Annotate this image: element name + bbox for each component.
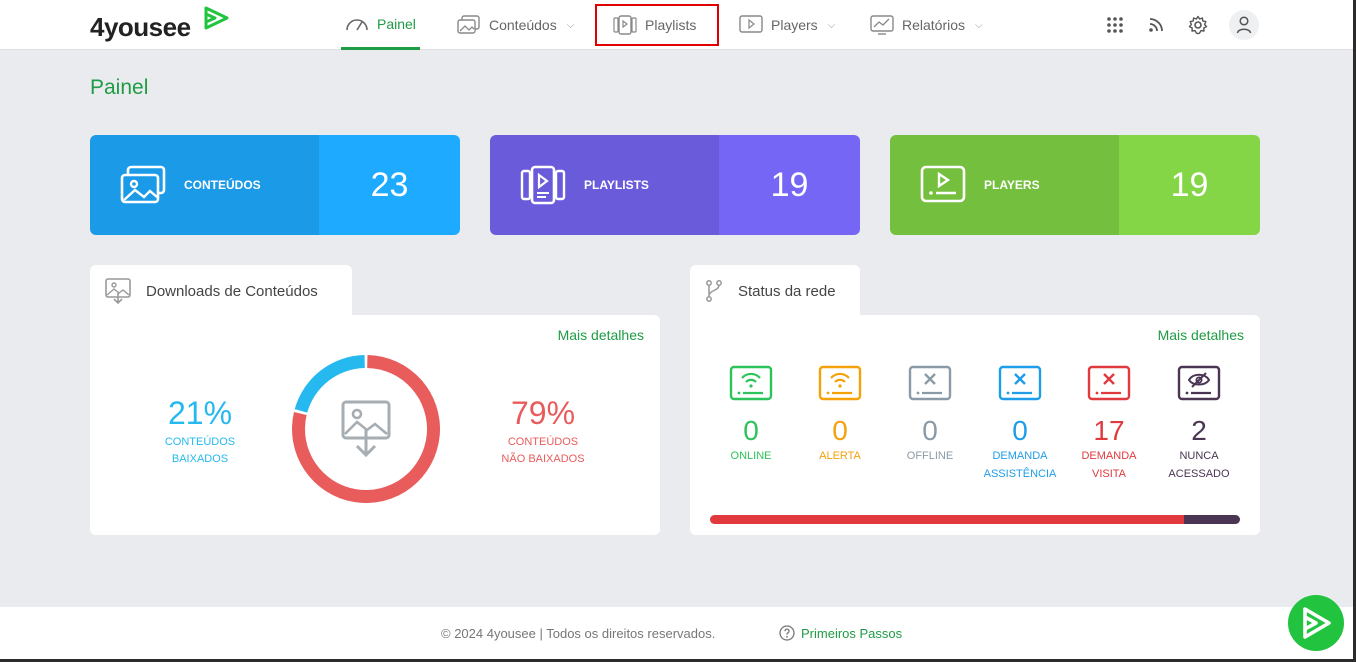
- network-panel: Mais detalhes 0 ONLINE 0 ALERTA 0 OFFLIN…: [690, 315, 1260, 535]
- first-steps-link[interactable]: Primeiros Passos: [779, 625, 902, 641]
- chevron-down-icon: ⌵: [975, 19, 983, 31]
- status-demanda-visita-label-1: DEMANDA: [1081, 450, 1137, 462]
- status-online[interactable]: 0 ONLINE: [706, 365, 796, 465]
- stat-label: PLAYERS: [984, 178, 1040, 192]
- status-demanda-assistencia-label-1: DEMANDA: [992, 450, 1048, 462]
- brand-play-icon: [204, 6, 229, 30]
- stat-card-playlists[interactable]: PLAYLISTS 19: [490, 135, 860, 235]
- brand-logo[interactable]: 4yousee: [90, 12, 191, 43]
- status-alerta[interactable]: 0 ALERTA: [795, 365, 885, 465]
- downloaded-label-2: BAIXADOS: [171, 453, 229, 465]
- top-navbar: 4yousee Painel Conteúdos ⌵ Playlists Pla…: [0, 0, 1356, 50]
- downloaded-label-1: CONTEÚDOS: [164, 436, 236, 448]
- chevron-down-icon: ⌵: [827, 19, 836, 31]
- rss-icon[interactable]: [1143, 12, 1169, 38]
- not-downloaded-label-1: CONTEÚDOS: [507, 436, 579, 448]
- status-alerta-value: 0: [832, 415, 848, 446]
- not-downloaded-stat: 79% CONTEÚDOS NÃO BAIXADOS: [473, 395, 613, 468]
- x-monitor-icon: [908, 365, 952, 401]
- x-monitor-icon: [998, 365, 1042, 401]
- network-panel-tab: Status da rede: [690, 265, 860, 317]
- apps-grid-icon[interactable]: [1102, 12, 1128, 38]
- network-title: Status da rede: [738, 282, 836, 300]
- stat-label: PLAYLISTS: [584, 178, 649, 192]
- not-downloaded-label-2: NÃO BAIXADOS: [501, 453, 585, 465]
- branch-icon: [706, 280, 722, 302]
- status-nunca-acessado-label-2: ACESSADO: [1168, 468, 1230, 480]
- status-offline-label: OFFLINE: [906, 450, 954, 462]
- footer: © 2024 4yousee | Todos os direitos reser…: [0, 607, 1356, 662]
- nav-painel-label: Painel: [377, 15, 416, 32]
- image-download-icon: [105, 278, 131, 305]
- eye-off-monitor-icon: [1177, 365, 1221, 401]
- status-bar-segment: [1184, 515, 1240, 524]
- status-offline[interactable]: 0 OFFLINE: [885, 365, 975, 465]
- downloads-more-details-link[interactable]: Mais detalhes: [558, 327, 644, 343]
- status-nunca-acessado-label-1: NUNCA: [1179, 450, 1219, 462]
- nav-playlists[interactable]: Playlists: [595, 4, 719, 46]
- status-offline-value: 0: [922, 415, 938, 446]
- status-demanda-visita-label-2: VISITA: [1091, 468, 1127, 480]
- downloads-donut-chart: [292, 355, 440, 503]
- status-demanda-visita-value: 17: [1093, 415, 1125, 446]
- wifi-monitor-icon: [818, 365, 862, 401]
- network-more-details-link[interactable]: Mais detalhes: [1158, 327, 1244, 343]
- status-demanda-assistencia[interactable]: 0 DEMANDA ASSISTÊNCIA: [975, 365, 1065, 483]
- chevron-down-icon: ⌵: [566, 19, 575, 31]
- nav-relatorios[interactable]: Relatórios ⌵: [870, 0, 983, 50]
- copyright-text: © 2024 4yousee | Todos os direitos reser…: [441, 626, 716, 641]
- status-nunca-acessado-value: 2: [1191, 415, 1207, 446]
- report-chart-icon: [870, 15, 894, 35]
- page-title: Painel: [90, 76, 149, 99]
- status-online-value: 0: [743, 415, 759, 446]
- status-alerta-label: ALERTA: [819, 450, 861, 462]
- status-bar-segment: [710, 515, 1185, 524]
- downloads-panel: Mais detalhes 21% CONTEÚDOS BAIXADOS 79%…: [90, 315, 660, 535]
- downloads-panel-tab: Downloads de Conteúdos: [90, 265, 352, 317]
- brand-play-icon: [1303, 607, 1331, 639]
- nav-players[interactable]: Players ⌵: [739, 0, 835, 50]
- chat-launcher-button[interactable]: [1288, 595, 1344, 651]
- user-icon: [1236, 16, 1252, 34]
- network-status-bar: [710, 515, 1240, 524]
- status-demanda-assistencia-value: 0: [1012, 415, 1028, 446]
- playlist-icon: [613, 15, 637, 35]
- image-download-icon: [341, 400, 391, 458]
- nav-conteudos[interactable]: Conteúdos ⌵: [457, 0, 574, 50]
- stat-value: 19: [719, 135, 860, 235]
- stat-label: CONTEÚDOS: [184, 178, 261, 192]
- gauge-icon: [346, 18, 368, 30]
- status-online-label: ONLINE: [730, 450, 772, 462]
- gear-icon[interactable]: [1185, 12, 1211, 38]
- player-icon: [739, 15, 763, 33]
- status-nunca-acessado[interactable]: 2 NUNCA ACESSADO: [1154, 365, 1244, 483]
- nav-playlists-label: Playlists: [645, 17, 697, 33]
- wifi-monitor-icon: [729, 365, 773, 401]
- downloaded-arc: [294, 355, 365, 413]
- downloaded-pct: 21%: [167, 395, 233, 431]
- downloaded-stat: 21% CONTEÚDOS BAIXADOS: [130, 395, 270, 468]
- player-icon: [920, 165, 966, 203]
- x-monitor-icon: [1087, 365, 1131, 401]
- nav-conteudos-label: Conteúdos: [489, 17, 557, 33]
- stat-value: 19: [1119, 135, 1260, 235]
- nav-players-label: Players: [771, 17, 818, 33]
- images-icon: [120, 165, 166, 204]
- help-circle-icon: [779, 625, 795, 641]
- stat-card-conteudos[interactable]: CONTEÚDOS 23: [90, 135, 460, 235]
- images-icon: [457, 15, 480, 34]
- playlist-icon: [520, 165, 566, 205]
- user-avatar[interactable]: [1229, 10, 1259, 40]
- nav-relatorios-label: Relatórios: [902, 17, 966, 33]
- stat-card-players[interactable]: PLAYERS 19: [890, 135, 1260, 235]
- status-demanda-assistencia-label-2: ASSISTÊNCIA: [983, 468, 1057, 480]
- downloads-title: Downloads de Conteúdos: [146, 282, 318, 300]
- not-downloaded-pct: 79%: [510, 395, 576, 431]
- first-steps-label: Primeiros Passos: [801, 625, 903, 641]
- status-demanda-visita[interactable]: 17 DEMANDA VISITA: [1064, 365, 1154, 483]
- stat-value: 23: [319, 135, 460, 235]
- nav-painel[interactable]: Painel: [341, 0, 420, 50]
